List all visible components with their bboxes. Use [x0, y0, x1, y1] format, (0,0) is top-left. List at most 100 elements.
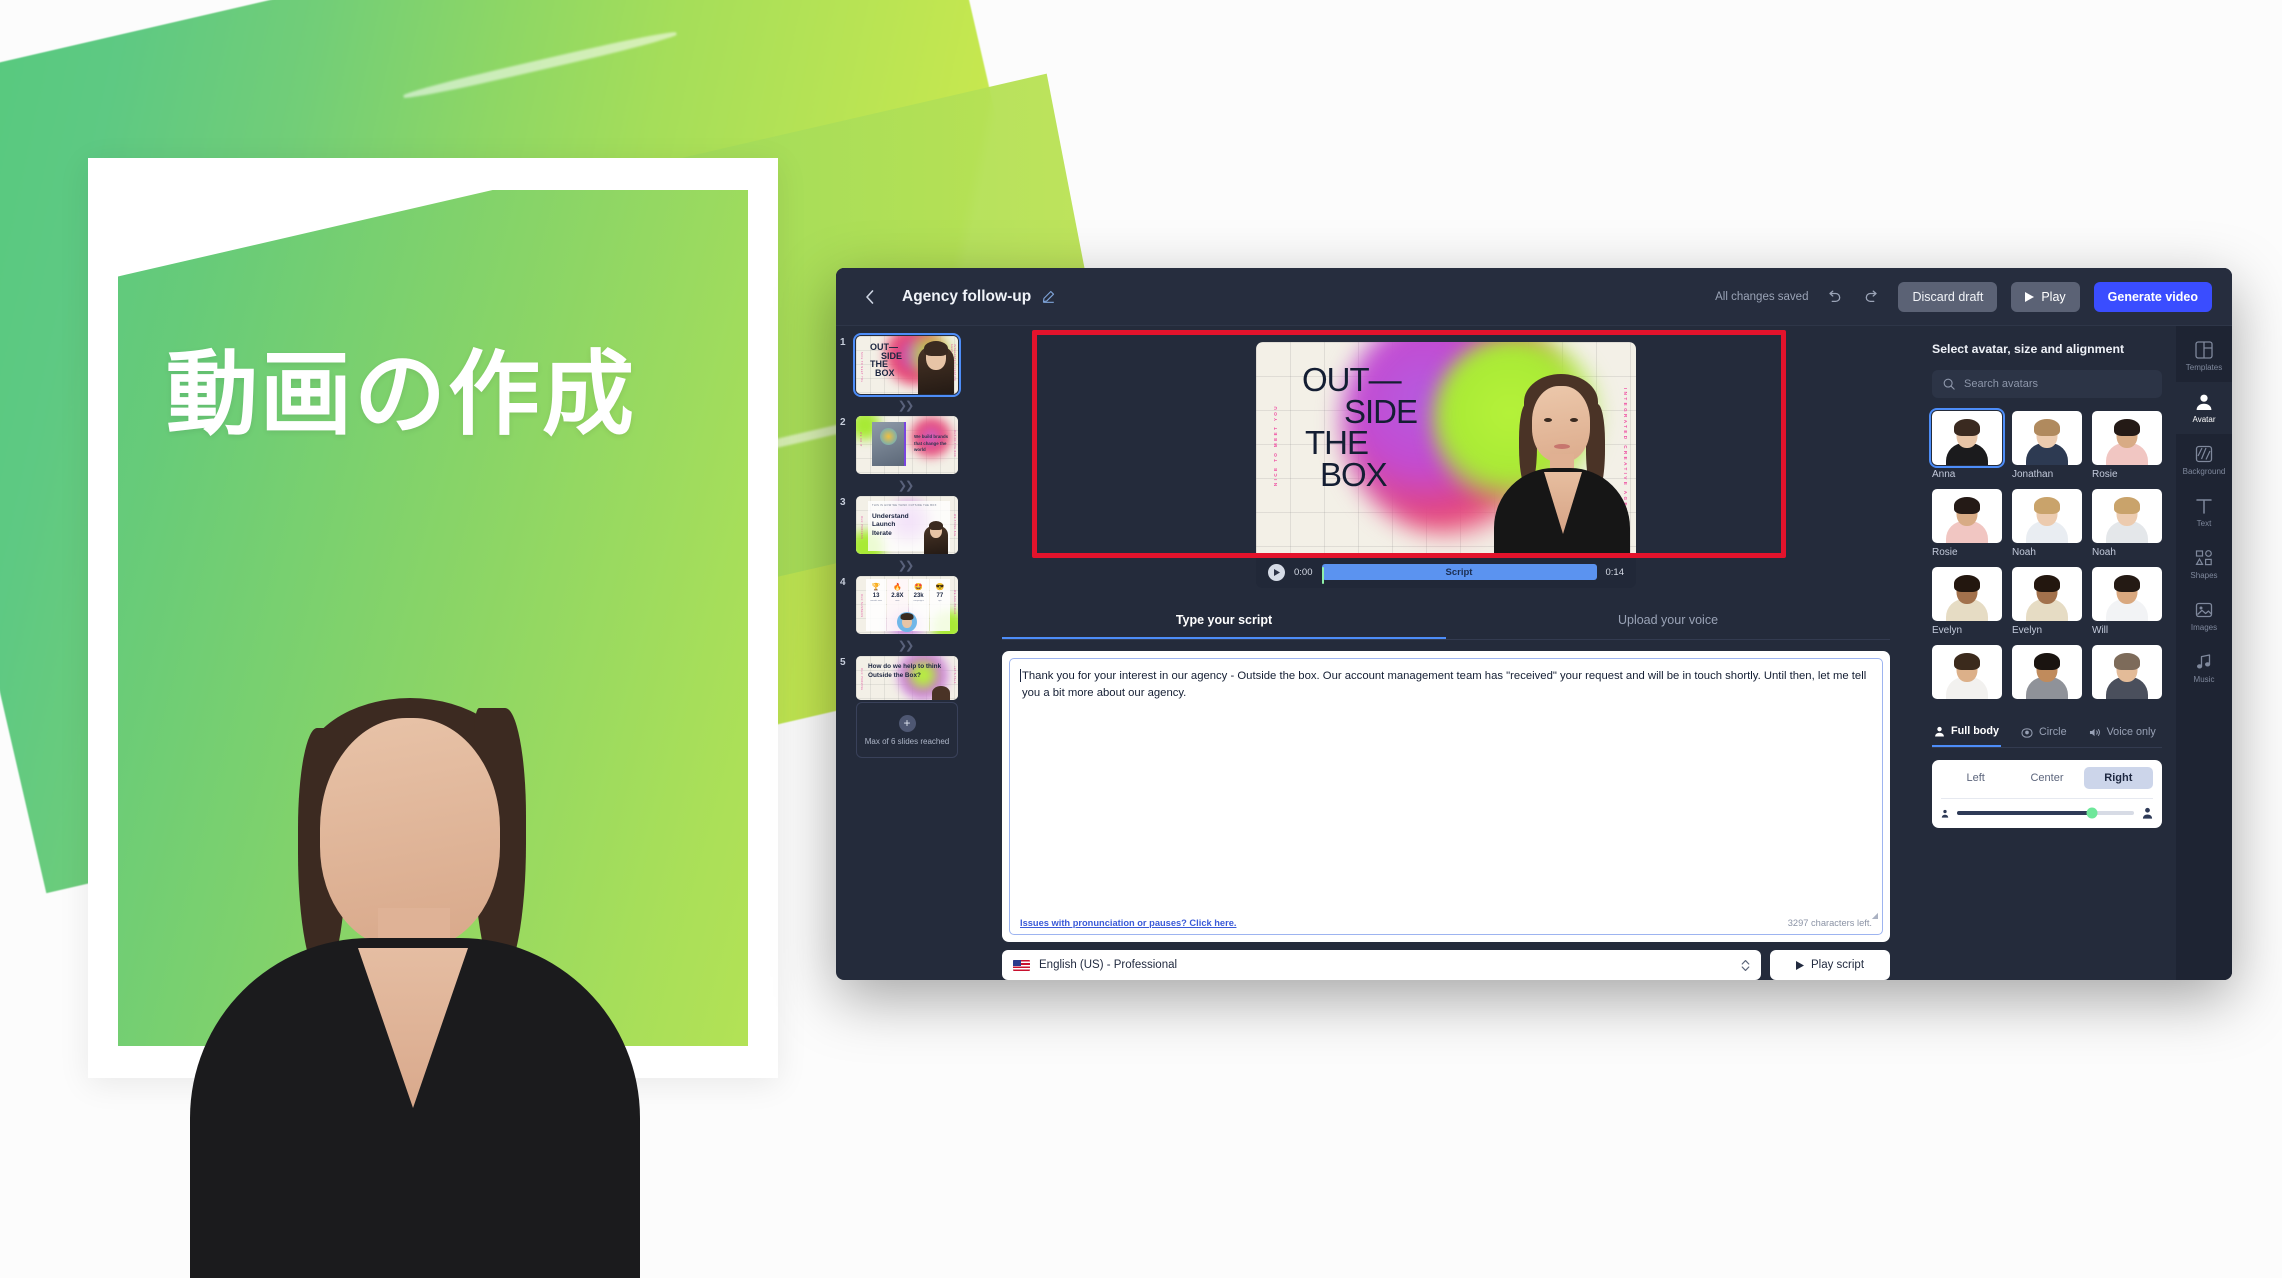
slide-transition-icon[interactable]: ❯❯ [836, 554, 974, 576]
alignment-options: Left Center Right [1941, 767, 2153, 789]
play-script-label: Play script [1810, 959, 1865, 971]
canvas-title-line-1: OUT— [1302, 361, 1402, 398]
speaker-icon [2089, 728, 2100, 736]
slide-list[interactable]: 1 OUT— SIDE THE BOX NICE TO MEET YOU INTEGR… [836, 326, 974, 980]
slide-thumbnail-4[interactable]: 🏆 13 awards won 🔥 2.8X roas 🤩 23k campaigns 😎 7… [856, 576, 958, 634]
tab-voice-only-label: Voice only [2106, 726, 2156, 738]
search-placeholder: Search avatars [1964, 378, 2038, 390]
slider-knob[interactable] [2086, 807, 2098, 819]
tool-background[interactable]: Background [2176, 434, 2232, 486]
discard-draft-button[interactable]: Discard draft [1898, 281, 1998, 312]
tab-upload-your-voice[interactable]: Upload your voice [1446, 604, 1890, 639]
edit-title-button[interactable] [1042, 290, 1055, 303]
tool-rail[interactable]: Templates Avatar Background Text Shapes Image… [2176, 326, 2232, 980]
avatar-option-evelyn[interactable]: Evelyn [1932, 567, 2002, 636]
avatar-name: Noah [2012, 547, 2036, 558]
person-large-icon [2142, 807, 2153, 819]
slide-thumbnail-3[interactable]: THIS IS HOW WE THINK OUTSIDE THE BOX Und… [856, 496, 958, 554]
avatar-option-noah[interactable]: Noah [2012, 489, 2082, 558]
avatar-size-slider[interactable] [1957, 807, 2134, 819]
chevron-updown-icon [1741, 959, 1750, 971]
slide-item[interactable]: 1 OUT— SIDE THE BOX NICE TO MEET YOU INTEGR… [836, 333, 974, 397]
avatar-option-noah[interactable]: Noah [2092, 489, 2162, 558]
resize-grip-icon[interactable]: ◢ [1872, 911, 1878, 920]
video-preview-card: NICE TO MEET YOU INTEGRATED CREATIVE AGE… [1256, 342, 1636, 588]
avatar-thumbnail [2092, 567, 2162, 621]
timeline-playhead[interactable] [1321, 567, 1324, 584]
slide-thumbnail-1[interactable]: OUT— SIDE THE BOX NICE TO MEET YOU INTEGRAT… [853, 333, 961, 397]
slide-item[interactable]: 5 How do we help to think Outside the Bo… [836, 656, 974, 700]
music-icon [2197, 654, 2211, 669]
slide-item[interactable]: 3 THIS IS HOW WE THINK OUTSIDE THE BOX U… [836, 496, 974, 554]
timeline-script-clip[interactable]: Script [1321, 564, 1597, 580]
pronunciation-help-link[interactable]: Issues with pronunciation or pauses? Cli… [1020, 918, 1236, 928]
video-editor-window: Agency follow-up All changes saved Disca… [836, 268, 2232, 980]
tool-images[interactable]: Images [2176, 590, 2232, 642]
play-button-label: Play [2041, 289, 2066, 304]
slide-transition-icon[interactable]: ❯❯ [836, 394, 974, 416]
video-canvas[interactable]: NICE TO MEET YOU INTEGRATED CREATIVE AGE… [1256, 342, 1636, 556]
slide-item[interactable]: 4 🏆 13 awards won 🔥 2.8X roas 🤩 23k camp… [836, 576, 974, 634]
script-panel: Thank you for your interest in our agenc… [1002, 651, 1890, 942]
redo-button[interactable] [1860, 285, 1884, 309]
slide-item[interactable]: 2 We build brands that change the world … [836, 416, 974, 474]
avatar-option-rosie[interactable]: Rosie [2092, 411, 2162, 480]
align-left-option[interactable]: Left [1941, 767, 2010, 789]
script-textarea[interactable]: Thank you for your interest in our agenc… [1009, 658, 1883, 935]
play-button[interactable]: Play [2011, 281, 2080, 312]
slide-transition-icon[interactable]: ❯❯ [836, 634, 974, 656]
generate-video-button[interactable]: Generate video [2093, 281, 2212, 312]
preview-transport-bar: 0:00 Script 0:14 [1256, 556, 1636, 588]
avatar-thumbnail [2092, 411, 2162, 465]
tab-type-your-script[interactable]: Type your script [1002, 604, 1446, 639]
avatar-option[interactable] [2092, 645, 2162, 703]
script-text: Thank you for your interest in our agenc… [1020, 669, 1867, 699]
canvas-title-line-3: THE [1305, 424, 1369, 462]
undo-button[interactable] [1822, 285, 1846, 309]
slide-thumbnail-5[interactable]: How do we help to think Outside the Box?… [856, 656, 958, 700]
play-icon [1273, 568, 1280, 576]
language-select[interactable]: English (US) - Professional [1002, 950, 1761, 980]
avatar-figure [2104, 497, 2150, 543]
tab-voice-only[interactable]: Voice only [2087, 719, 2158, 747]
avatar-option-jonathan[interactable]: Jonathan [2012, 411, 2082, 480]
presenter-figure [130, 658, 690, 1278]
canvas-avatar[interactable] [1486, 356, 1636, 556]
play-script-button[interactable]: Play script [1770, 950, 1890, 980]
avatar-name: Rosie [1932, 547, 1958, 558]
avatar-option-evelyn[interactable]: Evelyn [2012, 567, 2082, 636]
plus-icon: + [898, 714, 916, 732]
add-slide-label: Max of 6 slides reached [864, 736, 950, 746]
preview-play-button[interactable] [1268, 563, 1285, 581]
canvas-title: OUT— SIDE THE BOX [1302, 361, 1418, 491]
slide-number: 1 [840, 337, 846, 348]
avatar-mode-tabs: Full body Circle Voice only [1932, 719, 2162, 748]
avatar-option-rosie[interactable]: Rosie [1932, 489, 2002, 558]
align-center-option[interactable]: Center [2012, 767, 2081, 789]
avatar-icon [2196, 394, 2212, 410]
tool-music[interactable]: Music [2176, 642, 2232, 694]
tool-avatar[interactable]: Avatar [2176, 382, 2232, 434]
align-right-option[interactable]: Right [2083, 767, 2153, 789]
us-flag-icon [1013, 959, 1030, 971]
search-avatars-input[interactable]: Search avatars [1932, 370, 2162, 398]
avatar-option[interactable] [1932, 645, 2002, 703]
tool-templates[interactable]: Templates [2176, 330, 2232, 382]
avatar-option-anna[interactable]: Anna [1929, 408, 2005, 480]
slide-transition-icon[interactable]: ❯❯ [836, 474, 974, 496]
avatar-name: Will [2092, 625, 2109, 636]
back-button[interactable] [856, 284, 882, 310]
tab-full-body[interactable]: Full body [1932, 719, 2001, 747]
tab-circle[interactable]: Circle [2019, 719, 2069, 747]
add-slide-button[interactable]: + Max of 6 slides reached [856, 702, 958, 758]
tool-shapes[interactable]: Shapes [2176, 538, 2232, 590]
avatar-option[interactable] [2012, 645, 2082, 703]
tool-text[interactable]: Text [2176, 486, 2232, 538]
avatar-option-will[interactable]: Will [2092, 567, 2162, 636]
play-icon [1795, 960, 1804, 970]
person-icon [1935, 726, 1944, 737]
avatar-panel: Select avatar, size and alignment Search… [1918, 326, 2176, 980]
shapes-icon [2195, 550, 2212, 566]
slide-thumbnail-2[interactable]: We build brands that change the world WE… [856, 416, 958, 474]
avatar-grid[interactable]: Anna Jonathan Rosie Rosie Noah Noah Evelyn Evel… [1929, 408, 2162, 703]
